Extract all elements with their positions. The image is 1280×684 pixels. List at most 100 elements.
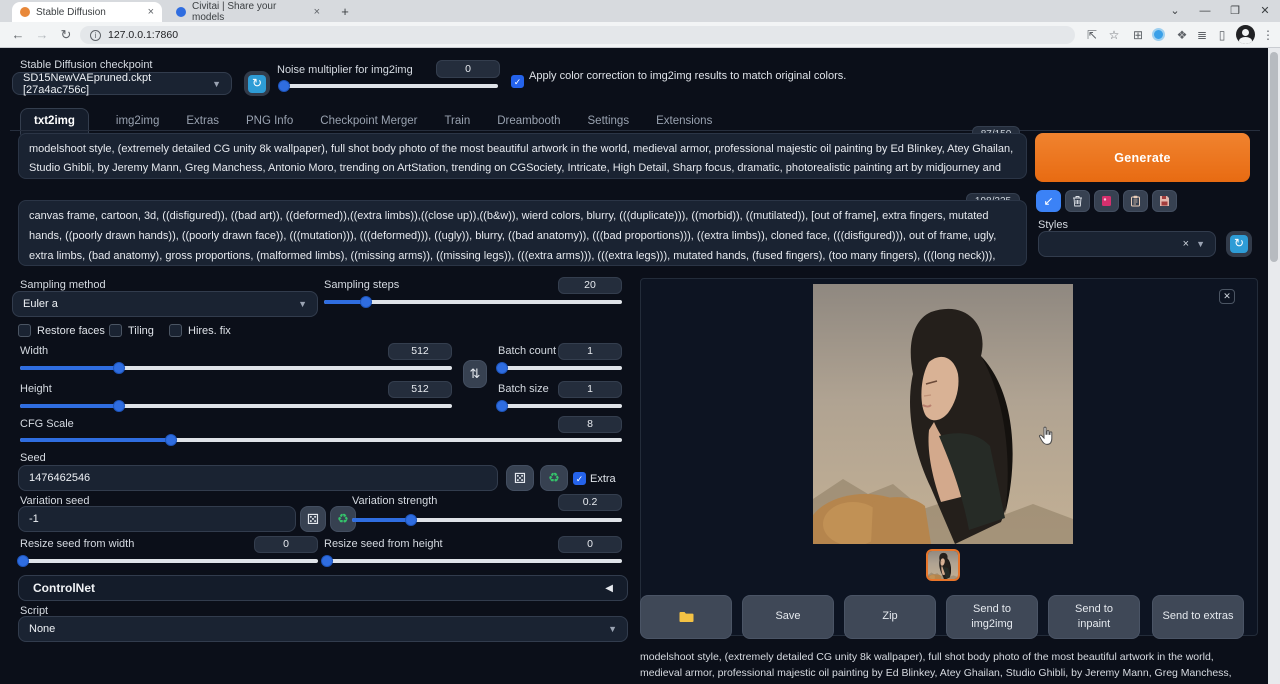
stable-diffusion-favicon bbox=[20, 7, 30, 17]
width-input[interactable]: 512 bbox=[388, 343, 452, 360]
send-to-extras-button[interactable]: Send to extras bbox=[1152, 595, 1244, 639]
close-tab-icon[interactable]: × bbox=[306, 6, 320, 18]
variation-strength-slider[interactable] bbox=[352, 518, 622, 522]
styles-dropdown[interactable]: × ▼ bbox=[1038, 231, 1216, 257]
close-window-button[interactable]: ✕ bbox=[1250, 0, 1280, 22]
open-folder-button[interactable] bbox=[640, 595, 732, 639]
generate-button[interactable]: Generate bbox=[1035, 133, 1250, 182]
restore-faces-checkbox[interactable] bbox=[18, 324, 31, 337]
show-extra-networks-button[interactable] bbox=[1094, 190, 1119, 212]
zip-button[interactable]: Zip bbox=[844, 595, 936, 639]
height-input[interactable]: 512 bbox=[388, 381, 452, 398]
side-panel-icon[interactable]: ▯ bbox=[1212, 25, 1232, 45]
address-bar[interactable]: i 127.0.0.1:7860 bbox=[80, 26, 1075, 44]
trash-icon bbox=[1072, 195, 1083, 207]
browser-tab-stable-diffusion[interactable]: Stable Diffusion × bbox=[12, 2, 162, 22]
variation-strength-input[interactable]: 0.2 bbox=[558, 494, 622, 511]
minimize-button[interactable]: — bbox=[1190, 0, 1220, 22]
clear-prompt-button[interactable] bbox=[1065, 190, 1090, 212]
reload-icon[interactable]: ↻ bbox=[56, 25, 76, 45]
save-style-button[interactable] bbox=[1152, 190, 1177, 212]
random-seed-button[interactable]: ⚄ bbox=[506, 465, 534, 491]
recycle-icon: ♻ bbox=[337, 511, 349, 527]
send-to-img2img-button[interactable]: Send to img2img bbox=[946, 595, 1038, 639]
restore-button[interactable]: ❐ bbox=[1220, 0, 1250, 22]
browser-tab-civitai[interactable]: Civitai | Share your models × bbox=[168, 2, 328, 22]
send-to-inpaint-button[interactable]: Send to inpaint bbox=[1048, 595, 1140, 639]
save-button[interactable]: Save bbox=[742, 595, 834, 639]
close-tab-icon[interactable]: × bbox=[140, 6, 154, 18]
random-variation-seed-button[interactable]: ⚄ bbox=[300, 506, 326, 532]
chevron-down-icon: ▼ bbox=[608, 624, 617, 634]
screen: Stable Diffusion × Civitai | Share your … bbox=[0, 0, 1280, 684]
gallery-thumbnail[interactable] bbox=[926, 549, 960, 581]
controlnet-label: ControlNet bbox=[33, 581, 95, 595]
seed-input[interactable]: 1476462546 bbox=[18, 465, 498, 491]
seed-value: 1476462546 bbox=[29, 472, 90, 484]
floppy-save-icon bbox=[1159, 195, 1170, 207]
noise-multiplier-label: Noise multiplier for img2img bbox=[277, 64, 413, 76]
sampling-method-dropdown[interactable]: Euler a ▼ bbox=[12, 291, 318, 317]
back-icon[interactable]: ← bbox=[8, 25, 28, 45]
height-slider[interactable] bbox=[20, 404, 452, 408]
swap-dimensions-button[interactable]: ⇅ bbox=[463, 360, 487, 388]
browser-tab-title: Civitai | Share your models bbox=[192, 1, 306, 23]
forward-icon[interactable]: → bbox=[32, 25, 52, 45]
folder-icon bbox=[679, 611, 694, 623]
hires-fix-checkbox[interactable] bbox=[169, 324, 182, 337]
script-dropdown[interactable]: None ▼ bbox=[18, 616, 628, 642]
controlnet-accordion[interactable]: ControlNet ◀ bbox=[18, 575, 628, 601]
resize-seed-height-slider[interactable] bbox=[324, 559, 622, 563]
batch-count-label: Batch count bbox=[498, 345, 556, 357]
cfg-scale-slider[interactable] bbox=[20, 438, 622, 442]
extension-blue-icon[interactable] bbox=[1152, 28, 1165, 41]
batch-size-slider[interactable] bbox=[498, 404, 622, 408]
refresh-styles-button[interactable]: ↻ bbox=[1226, 231, 1252, 257]
bookmark-star-icon[interactable]: ☆ bbox=[1104, 25, 1124, 45]
resize-seed-width-input[interactable]: 0 bbox=[254, 536, 318, 553]
width-label: Width bbox=[20, 345, 48, 357]
checkpoint-dropdown[interactable]: SD15NewVAEpruned.ckpt [27a4ac756c] ▼ bbox=[12, 72, 232, 95]
noise-multiplier-slider[interactable] bbox=[282, 84, 498, 88]
prompt-textarea[interactable]: modelshoot style, (extremely detailed CG… bbox=[18, 133, 1027, 179]
generated-image[interactable] bbox=[813, 284, 1073, 544]
batch-size-input[interactable]: 1 bbox=[558, 381, 622, 398]
extensions-puzzle-icon[interactable]: ❖ bbox=[1172, 25, 1192, 45]
refresh-icon: ↻ bbox=[1230, 235, 1248, 253]
tiling-checkbox[interactable] bbox=[109, 324, 122, 337]
site-info-icon[interactable]: i bbox=[90, 30, 101, 41]
share-icon[interactable]: ⇱ bbox=[1082, 25, 1102, 45]
page-scrollbar[interactable] bbox=[1268, 48, 1280, 684]
reuse-seed-button[interactable]: ♻ bbox=[540, 465, 568, 491]
reading-list-icon[interactable]: ≣ bbox=[1192, 25, 1212, 45]
clear-styles-icon[interactable]: × bbox=[1183, 238, 1189, 250]
chrome-menu-chevron-icon[interactable]: ⌄ bbox=[1160, 0, 1190, 22]
negative-prompt-textarea[interactable]: canvas frame, cartoon, 3d, ((disfigured)… bbox=[18, 200, 1027, 266]
scrollbar-thumb[interactable] bbox=[1270, 52, 1278, 262]
extra-seed-checkbox[interactable]: ✓ bbox=[573, 472, 586, 485]
variation-seed-input[interactable]: -1 bbox=[18, 506, 296, 532]
batch-count-input[interactable]: 1 bbox=[558, 343, 622, 360]
resize-seed-height-input[interactable]: 0 bbox=[558, 536, 622, 553]
close-gallery-icon[interactable]: ✕ bbox=[1219, 289, 1235, 304]
read-generation-params-button[interactable]: ↙ bbox=[1036, 190, 1061, 212]
color-correction-checkbox[interactable]: ✓ bbox=[511, 75, 524, 88]
batch-count-slider[interactable] bbox=[498, 366, 622, 370]
refresh-checkpoint-button[interactable]: ↻ bbox=[244, 71, 270, 96]
sampling-steps-input[interactable]: 20 bbox=[558, 277, 622, 294]
profile-avatar[interactable] bbox=[1236, 25, 1255, 44]
sampling-steps-slider[interactable] bbox=[324, 300, 622, 304]
apply-style-button[interactable] bbox=[1123, 190, 1148, 212]
tiling-label: Tiling bbox=[128, 325, 154, 337]
color-correction-label: Apply color correction to img2img result… bbox=[529, 69, 889, 84]
kebab-menu-icon[interactable]: ⋮ bbox=[1258, 25, 1278, 45]
accordion-collapsed-icon: ◀ bbox=[605, 583, 613, 594]
resize-seed-width-slider[interactable] bbox=[20, 559, 318, 563]
swap-arrows-icon: ⇅ bbox=[470, 366, 481, 382]
extension-grid-icon[interactable]: ⊞ bbox=[1128, 25, 1148, 45]
noise-multiplier-input[interactable]: 0 bbox=[436, 60, 500, 78]
script-value: None bbox=[29, 623, 55, 635]
new-tab-button[interactable]: + bbox=[336, 3, 354, 21]
cfg-scale-input[interactable]: 8 bbox=[558, 416, 622, 433]
width-slider[interactable] bbox=[20, 366, 452, 370]
